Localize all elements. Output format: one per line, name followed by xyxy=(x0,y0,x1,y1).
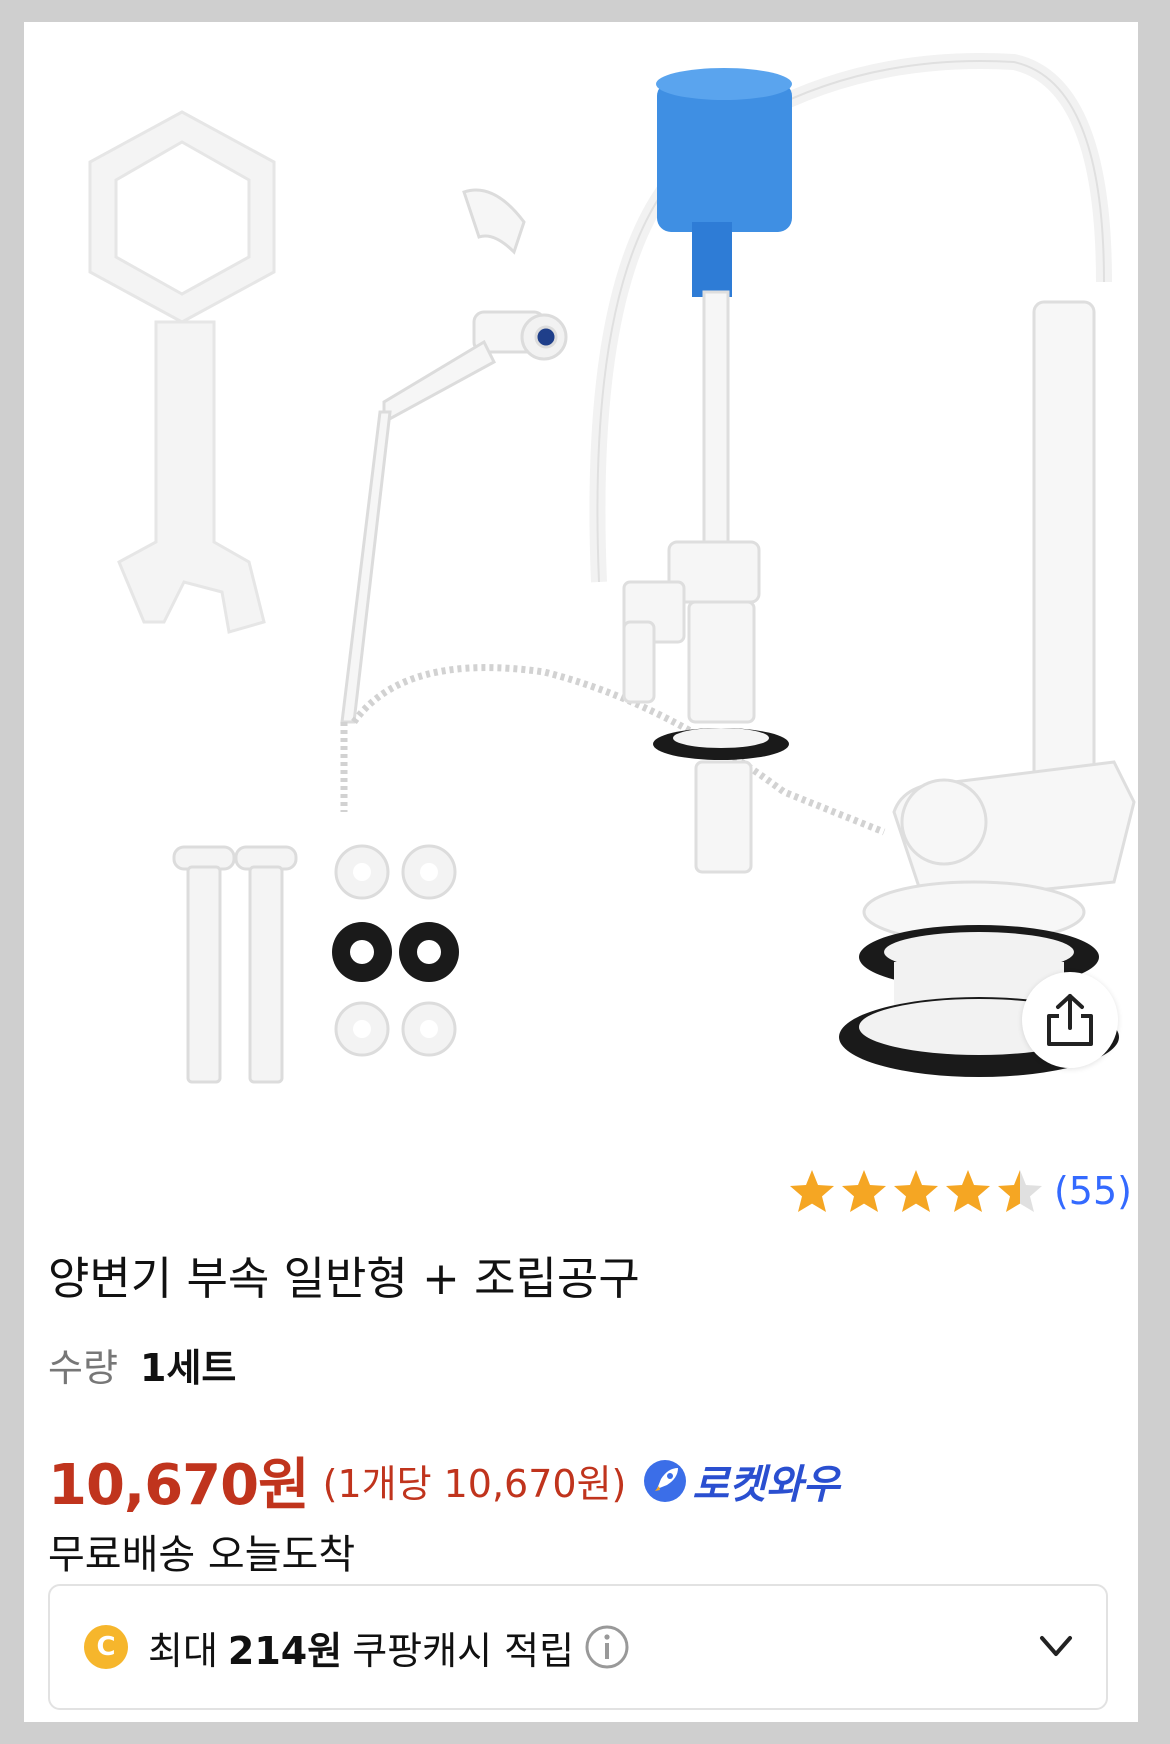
fill-valve xyxy=(622,290,761,724)
quantity-label: 수량 xyxy=(48,1346,118,1390)
cash-reward-text: 최대 214원 쿠팡캐시 적립 xyxy=(148,1620,630,1675)
cash-prefix: 최대 xyxy=(148,1628,218,1673)
half-star-icon xyxy=(997,1170,1042,1212)
star-icon xyxy=(945,1170,990,1212)
quantity-row: 수량 1세트 xyxy=(48,1337,236,1392)
product-card: (55) 양변기 부속 일반형 + 조립공구 수량 1세트 10,670원 (1… xyxy=(24,22,1138,1722)
coupang-cash-coin-icon: C xyxy=(84,1625,128,1669)
product-image[interactable] xyxy=(24,22,1138,1112)
rating-row[interactable]: (55) xyxy=(788,1168,1132,1214)
blue-float xyxy=(656,68,792,297)
cash-amount: 214원 xyxy=(227,1628,343,1673)
rocket-icon xyxy=(644,1459,687,1502)
price-row: 10,670원 (1개당 10,670원) 로켓와우 xyxy=(48,1440,840,1521)
star-icon xyxy=(841,1170,886,1212)
share-icon xyxy=(1047,994,1093,1046)
info-icon[interactable] xyxy=(584,1624,630,1670)
product-title: 양변기 부속 일반형 + 조립공구 xyxy=(48,1252,640,1305)
star-icon xyxy=(789,1170,834,1212)
flush-valve xyxy=(862,300,1136,944)
quantity-value: 1세트 xyxy=(140,1346,237,1390)
chain xyxy=(351,664,886,836)
chevron-down-icon[interactable] xyxy=(1036,1626,1076,1666)
rocket-wow-badge: 로켓와우 xyxy=(642,1452,840,1510)
review-count[interactable]: (55) xyxy=(1054,1169,1132,1213)
unit-price: (1개당 10,670원) xyxy=(322,1462,627,1506)
rocket-wow-label: 로켓와우 xyxy=(692,1461,840,1508)
flush-lever xyxy=(340,188,568,724)
star-icon xyxy=(893,1170,938,1212)
star-rating xyxy=(788,1168,1044,1214)
wrench-tool xyxy=(88,110,276,634)
sale-price: 10,670원 xyxy=(48,1453,310,1518)
shipping-info: 무료배송 오늘도착 xyxy=(48,1532,356,1578)
bolts xyxy=(172,845,298,1084)
cash-suffix: 쿠팡캐시 적립 xyxy=(352,1628,575,1673)
washers xyxy=(332,844,459,1057)
share-button[interactable] xyxy=(1022,972,1118,1068)
cash-reward-accordion[interactable]: C 최대 214원 쿠팡캐시 적립 xyxy=(48,1584,1108,1710)
